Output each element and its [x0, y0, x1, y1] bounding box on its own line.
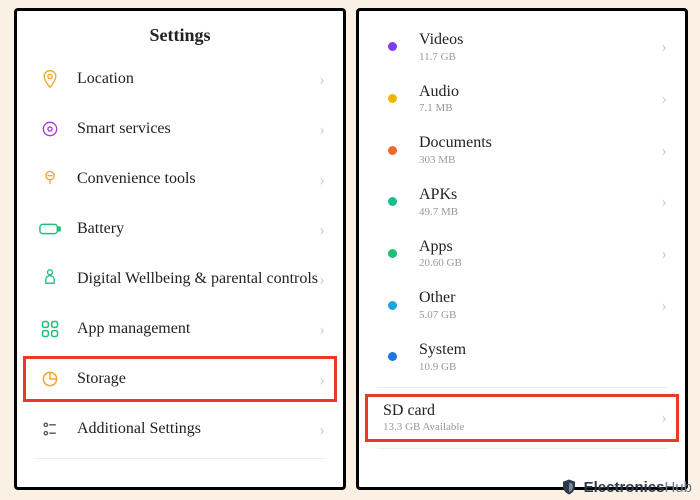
smart-icon	[35, 119, 65, 139]
apps-icon	[35, 319, 65, 339]
category-label: Other 5.07 GB	[407, 289, 661, 321]
settings-label: Convenience tools	[65, 170, 319, 188]
category-name: Apps	[419, 238, 453, 255]
settings-label: Digital Wellbeing & parental controls	[65, 270, 319, 288]
settings-label: Storage	[65, 370, 319, 388]
sd-label: SD card 13.3 GB Available	[383, 402, 661, 434]
settings-label: App management	[65, 320, 319, 338]
chevron-right-icon: ›	[661, 88, 667, 109]
settings-label: Smart services	[65, 120, 319, 138]
category-name: Audio	[419, 83, 459, 100]
watermark-brand: Electronics	[584, 479, 665, 496]
chevron-right-icon: ›	[319, 269, 325, 290]
watermark-text: ElectronicsHub	[584, 479, 692, 496]
dot-icon	[377, 42, 407, 51]
chevron-right-icon: ›	[319, 69, 325, 90]
storage-category-other[interactable]: Other 5.07 GB ›	[359, 279, 685, 331]
category-label: Apps 20.60 GB	[407, 238, 661, 270]
category-size: 11.7 GB	[419, 51, 661, 63]
chevron-right-icon: ›	[319, 369, 325, 390]
category-name: Videos	[419, 31, 463, 48]
divider	[35, 458, 325, 459]
chevron-right-icon: ›	[319, 219, 325, 240]
storage-item-sd-card[interactable]: SD card 13.3 GB Available ›	[359, 392, 685, 444]
storage-category-system[interactable]: System 10.9 GB	[359, 331, 685, 383]
wellbeing-icon	[35, 268, 65, 290]
sd-available: 13.3 GB Available	[383, 421, 661, 433]
category-size: 7.1 MB	[419, 102, 661, 114]
settings-list: Location › Smart services › Convenience …	[17, 52, 343, 459]
dot-icon	[377, 146, 407, 155]
category-label: Documents 303 MB	[407, 134, 661, 166]
storage-category-apps[interactable]: Apps 20.60 GB ›	[359, 228, 685, 280]
settings-panel: Settings Location › Smart services › Con…	[14, 8, 346, 490]
storage-list: Videos 11.7 GB › Audio 7.1 MB › Document…	[359, 11, 685, 449]
shield-icon	[560, 478, 578, 496]
category-size: 303 MB	[419, 154, 661, 166]
settings-label: Location	[65, 70, 319, 88]
sd-name: SD card	[383, 402, 435, 419]
additional-icon	[35, 419, 65, 439]
category-label: Videos 11.7 GB	[407, 31, 661, 63]
dot-icon	[377, 301, 407, 310]
category-label: Audio 7.1 MB	[407, 83, 661, 115]
location-icon	[35, 69, 65, 89]
storage-category-documents[interactable]: Documents 303 MB ›	[359, 124, 685, 176]
dot-icon	[377, 197, 407, 206]
dot-icon	[377, 94, 407, 103]
settings-item-battery[interactable]: Battery ›	[17, 204, 343, 254]
category-name: Other	[419, 289, 455, 306]
storage-category-audio[interactable]: Audio 7.1 MB ›	[359, 73, 685, 125]
settings-item-location[interactable]: Location ›	[17, 54, 343, 104]
chevron-right-icon: ›	[661, 36, 667, 57]
category-label: System 10.9 GB	[407, 341, 667, 373]
category-name: APKs	[419, 186, 457, 203]
settings-item-additional[interactable]: Additional Settings ›	[17, 404, 343, 454]
category-size: 10.9 GB	[419, 361, 667, 373]
watermark-logo: ElectronicsHub	[560, 478, 692, 496]
storage-category-apks[interactable]: APKs 49.7 MB ›	[359, 176, 685, 228]
dot-icon	[377, 249, 407, 258]
divider	[377, 387, 667, 388]
settings-label: Additional Settings	[65, 420, 319, 438]
chevron-right-icon: ›	[319, 119, 325, 140]
chevron-right-icon: ›	[661, 407, 667, 428]
settings-item-digital-wellbeing[interactable]: Digital Wellbeing & parental controls ›	[17, 254, 343, 304]
storage-icon	[35, 369, 65, 389]
chevron-right-icon: ›	[319, 169, 325, 190]
chevron-right-icon: ›	[319, 319, 325, 340]
chevron-right-icon: ›	[661, 191, 667, 212]
settings-label: Battery	[65, 220, 319, 238]
page-title: Settings	[17, 11, 343, 52]
chevron-right-icon: ›	[661, 140, 667, 161]
chevron-right-icon: ›	[661, 243, 667, 264]
divider	[377, 448, 667, 449]
storage-category-videos[interactable]: Videos 11.7 GB ›	[359, 21, 685, 73]
category-size: 49.7 MB	[419, 206, 661, 218]
settings-item-convenience-tools[interactable]: Convenience tools ›	[17, 154, 343, 204]
category-label: APKs 49.7 MB	[407, 186, 661, 218]
chevron-right-icon: ›	[319, 419, 325, 440]
dot-icon	[377, 352, 407, 361]
settings-item-app-management[interactable]: App management ›	[17, 304, 343, 354]
category-size: 5.07 GB	[419, 309, 661, 321]
storage-panel: Videos 11.7 GB › Audio 7.1 MB › Document…	[356, 8, 688, 490]
convenience-icon	[35, 169, 65, 189]
settings-item-smart-services[interactable]: Smart services ›	[17, 104, 343, 154]
category-size: 20.60 GB	[419, 257, 661, 269]
category-name: Documents	[419, 134, 492, 151]
chevron-right-icon: ›	[661, 295, 667, 316]
settings-item-storage[interactable]: Storage ›	[17, 354, 343, 404]
battery-icon	[35, 222, 65, 236]
watermark-suffix: Hub	[664, 479, 692, 496]
category-name: System	[419, 341, 466, 358]
